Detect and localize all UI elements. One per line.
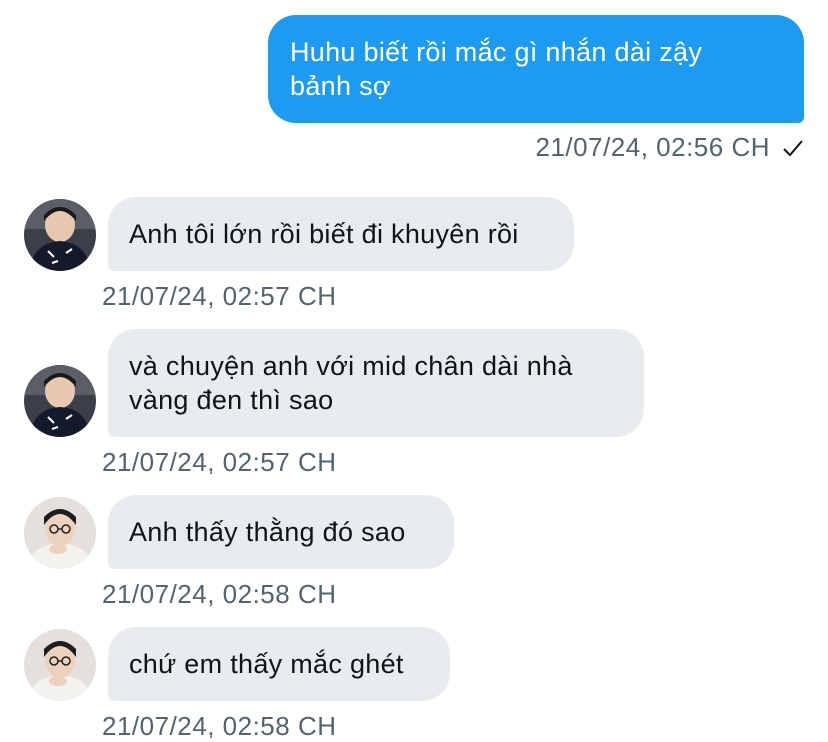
- message-timestamp: 21/07/24, 02:58 CH: [102, 579, 337, 609]
- avatar[interactable]: [24, 629, 96, 701]
- message-timestamp: 21/07/24, 02:56 CH: [535, 132, 770, 162]
- avatar[interactable]: [24, 497, 96, 569]
- message-timestamp: 21/07/24, 02:58 CH: [102, 711, 337, 741]
- avatar[interactable]: [24, 199, 96, 271]
- message-bubble-incoming[interactable]: chứ em thấy mắc ghét: [108, 627, 450, 701]
- check-icon: [780, 135, 806, 161]
- message-timestamp: 21/07/24, 02:57 CH: [102, 447, 337, 477]
- message-timestamp: 21/07/24, 02:57 CH: [102, 281, 337, 311]
- message-bubble-incoming[interactable]: Anh thấy thằng đó sao: [108, 495, 454, 569]
- avatar[interactable]: [24, 365, 96, 437]
- message-bubble-incoming[interactable]: và chuyện anh với mid chân dài nhà vàng …: [108, 329, 644, 437]
- message-bubble-outgoing[interactable]: Huhu biết rồi mắc gì nhắn dài zậy bảnh s…: [268, 15, 804, 123]
- message-bubble-incoming[interactable]: Anh tôi lớn rồi biết đi khuyên rồi: [108, 197, 574, 271]
